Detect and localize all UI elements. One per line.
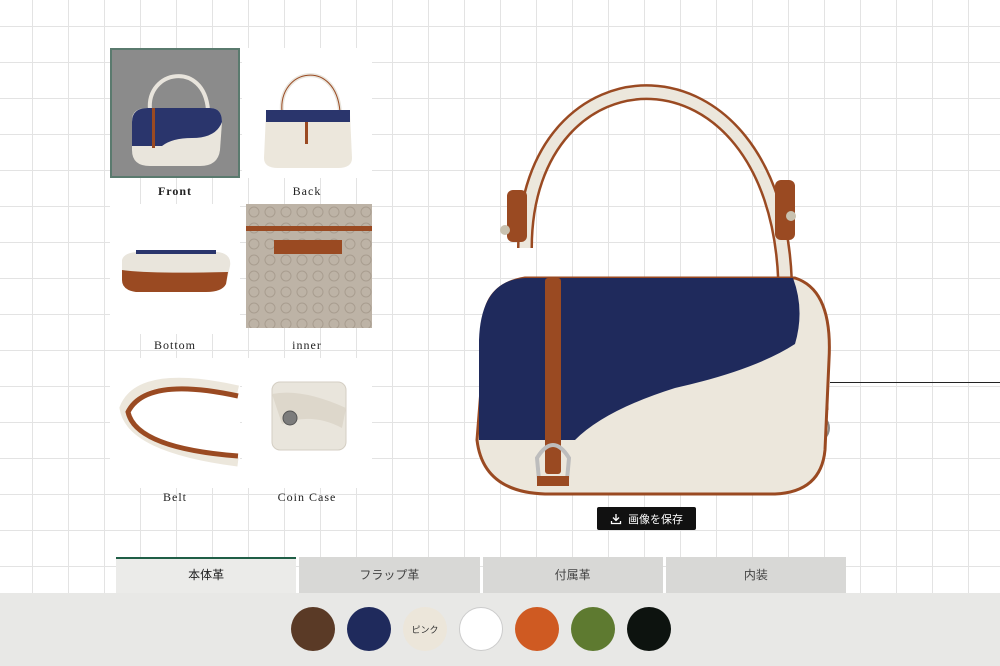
belt-icon	[119, 377, 239, 467]
coin-case-icon	[271, 381, 347, 451]
swatch-orange[interactable]	[515, 607, 559, 651]
thumb-label: Belt	[163, 490, 187, 504]
thumb-front-image	[110, 48, 240, 178]
swatch-olive[interactable]	[571, 607, 615, 651]
thumb-inner[interactable]: inner	[246, 204, 376, 358]
lining-pattern-icon	[246, 204, 372, 328]
bag-preview	[455, 40, 845, 510]
swatch-black[interactable]	[627, 607, 671, 651]
thumb-label: inner	[292, 338, 322, 352]
thumb-label: Front	[157, 184, 193, 198]
tab-flap-leather[interactable]: フラップ革	[299, 557, 480, 593]
swatch-brown[interactable]	[291, 607, 335, 651]
thumb-back[interactable]: Back	[242, 48, 372, 202]
bag-bottom-icon	[122, 250, 231, 292]
swatch-pink[interactable]: ピンク	[403, 607, 447, 651]
save-image-label: 画像を保存	[628, 512, 683, 526]
tab-interior[interactable]: 内装	[665, 557, 846, 593]
thumb-bottom-image	[110, 204, 240, 334]
view-thumbnails: Front Back Bottom inner Belt Coin Case	[110, 48, 372, 518]
handbag-icon	[475, 84, 831, 496]
thumb-belt-image	[110, 358, 240, 488]
thumb-coin-case-image	[242, 358, 372, 488]
swatch-white[interactable]	[459, 607, 503, 651]
color-swatches: ピンク	[291, 607, 671, 651]
thumb-label: Bottom	[153, 338, 196, 352]
tab-accessory-leather[interactable]: 付属革	[482, 557, 663, 593]
thumb-label: Back	[292, 184, 322, 198]
thumb-label: Coin Case	[277, 490, 337, 504]
bag-front-icon	[132, 74, 222, 166]
download-icon	[610, 513, 622, 524]
thumb-inner-image	[246, 204, 372, 328]
material-tabs: 本体革 フラップ革 付属革 内装	[116, 557, 846, 593]
thumb-bottom[interactable]: Bottom	[110, 204, 240, 358]
pointer-line	[830, 382, 1000, 383]
save-image-button[interactable]: 画像を保存	[597, 507, 696, 530]
thumb-front[interactable]: Front	[110, 48, 240, 202]
thumb-coin-case[interactable]: Coin Case	[242, 358, 372, 512]
thumb-belt[interactable]: Belt	[110, 358, 240, 512]
thumb-back-image	[242, 48, 372, 178]
tab-body-leather[interactable]: 本体革	[116, 557, 297, 593]
swatch-navy[interactable]	[347, 607, 391, 651]
swatch-pink-label: ピンク	[411, 625, 439, 636]
bag-back-icon	[264, 73, 352, 168]
